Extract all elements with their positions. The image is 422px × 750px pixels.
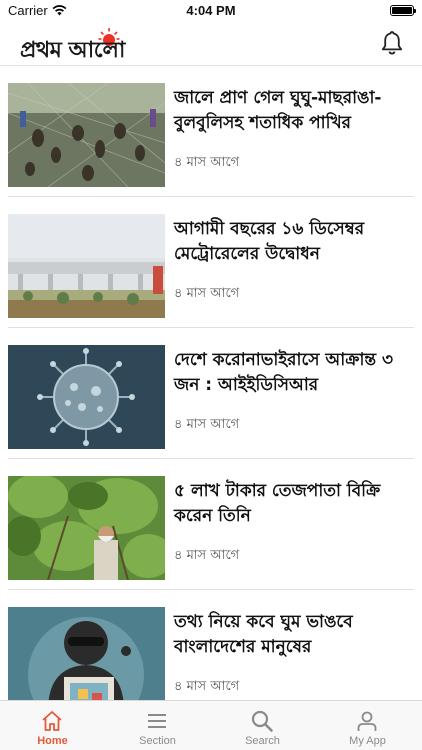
news-headline[interactable]: দেশে করোনাভাইরাসে আক্রান্ত ৩ জন : আইইডিস… bbox=[174, 348, 410, 398]
tab-my-app-label: My App bbox=[349, 735, 386, 747]
menu-icon bbox=[148, 714, 166, 728]
news-item[interactable]: আগামী বছরের ১৬ ডিসেম্বর মেট্রোরেলের উদ্ব… bbox=[0, 197, 422, 328]
tab-search[interactable]: Search bbox=[210, 701, 315, 750]
tab-search-label: Search bbox=[245, 735, 280, 747]
news-time: ৪ মাস আগে bbox=[174, 417, 240, 432]
news-headline[interactable]: তথ্য নিয়ে কবে ঘুম ভাঙবে বাংলাদেশের মানু… bbox=[174, 610, 410, 660]
news-thumbnail[interactable] bbox=[8, 607, 165, 700]
news-time: ৪ মাস আগে bbox=[174, 679, 240, 694]
tab-section-label: Section bbox=[139, 735, 176, 747]
status-bar: Carrier 4:04 PM bbox=[0, 0, 422, 22]
news-thumbnail[interactable] bbox=[8, 345, 165, 449]
app-header: প্রথম আলো bbox=[0, 22, 422, 66]
clock: 4:04 PM bbox=[186, 3, 236, 18]
tab-section[interactable]: Section bbox=[105, 701, 210, 750]
tab-home-label: Home bbox=[37, 735, 68, 747]
tab-home[interactable]: Home bbox=[0, 701, 105, 750]
user-icon bbox=[357, 711, 377, 731]
news-item[interactable]: তথ্য নিয়ে কবে ঘুম ভাঙবে বাংলাদেশের মানু… bbox=[0, 590, 422, 700]
news-thumbnail[interactable] bbox=[8, 214, 165, 318]
news-time: ৪ মাস আগে bbox=[174, 548, 240, 563]
home-icon bbox=[42, 711, 62, 731]
news-feed[interactable]: জালে প্রাণ গেল ঘুঘু-মাছরাঙা-বুলবুলিসহ শত… bbox=[0, 66, 422, 700]
bell-icon[interactable] bbox=[380, 30, 404, 56]
battery-icon bbox=[390, 5, 416, 16]
news-time: ৪ মাস আগে bbox=[174, 155, 240, 170]
news-item[interactable]: জালে প্রাণ গেল ঘুঘু-মাছরাঙা-বুলবুলিসহ শত… bbox=[0, 66, 422, 197]
news-headline[interactable]: ৫ লাখ টাকার তেজপাতা বিক্রি করেন তিনি bbox=[174, 479, 410, 529]
news-headline[interactable]: আগামী বছরের ১৬ ডিসেম্বর মেট্রোরেলের উদ্ব… bbox=[174, 217, 410, 267]
tab-my-app[interactable]: My App bbox=[315, 701, 420, 750]
logo-text: প্রথম আলো bbox=[20, 37, 125, 63]
news-thumbnail[interactable] bbox=[8, 476, 165, 580]
news-thumbnail[interactable] bbox=[8, 83, 165, 187]
news-item[interactable]: দেশে করোনাভাইরাসে আক্রান্ত ৩ জন : আইইডিস… bbox=[0, 328, 422, 459]
search-icon bbox=[251, 710, 273, 732]
prothom-alo-logo[interactable]: প্রথম আলো bbox=[20, 27, 166, 63]
news-time: ৪ মাস আগে bbox=[174, 286, 240, 301]
news-item[interactable]: ৫ লাখ টাকার তেজপাতা বিক্রি করেন তিনি ৪ ম… bbox=[0, 459, 422, 590]
news-headline[interactable]: জালে প্রাণ গেল ঘুঘু-মাছরাঙা-বুলবুলিসহ শত… bbox=[174, 86, 410, 136]
tab-bar: Home Section Search My App bbox=[0, 700, 422, 750]
